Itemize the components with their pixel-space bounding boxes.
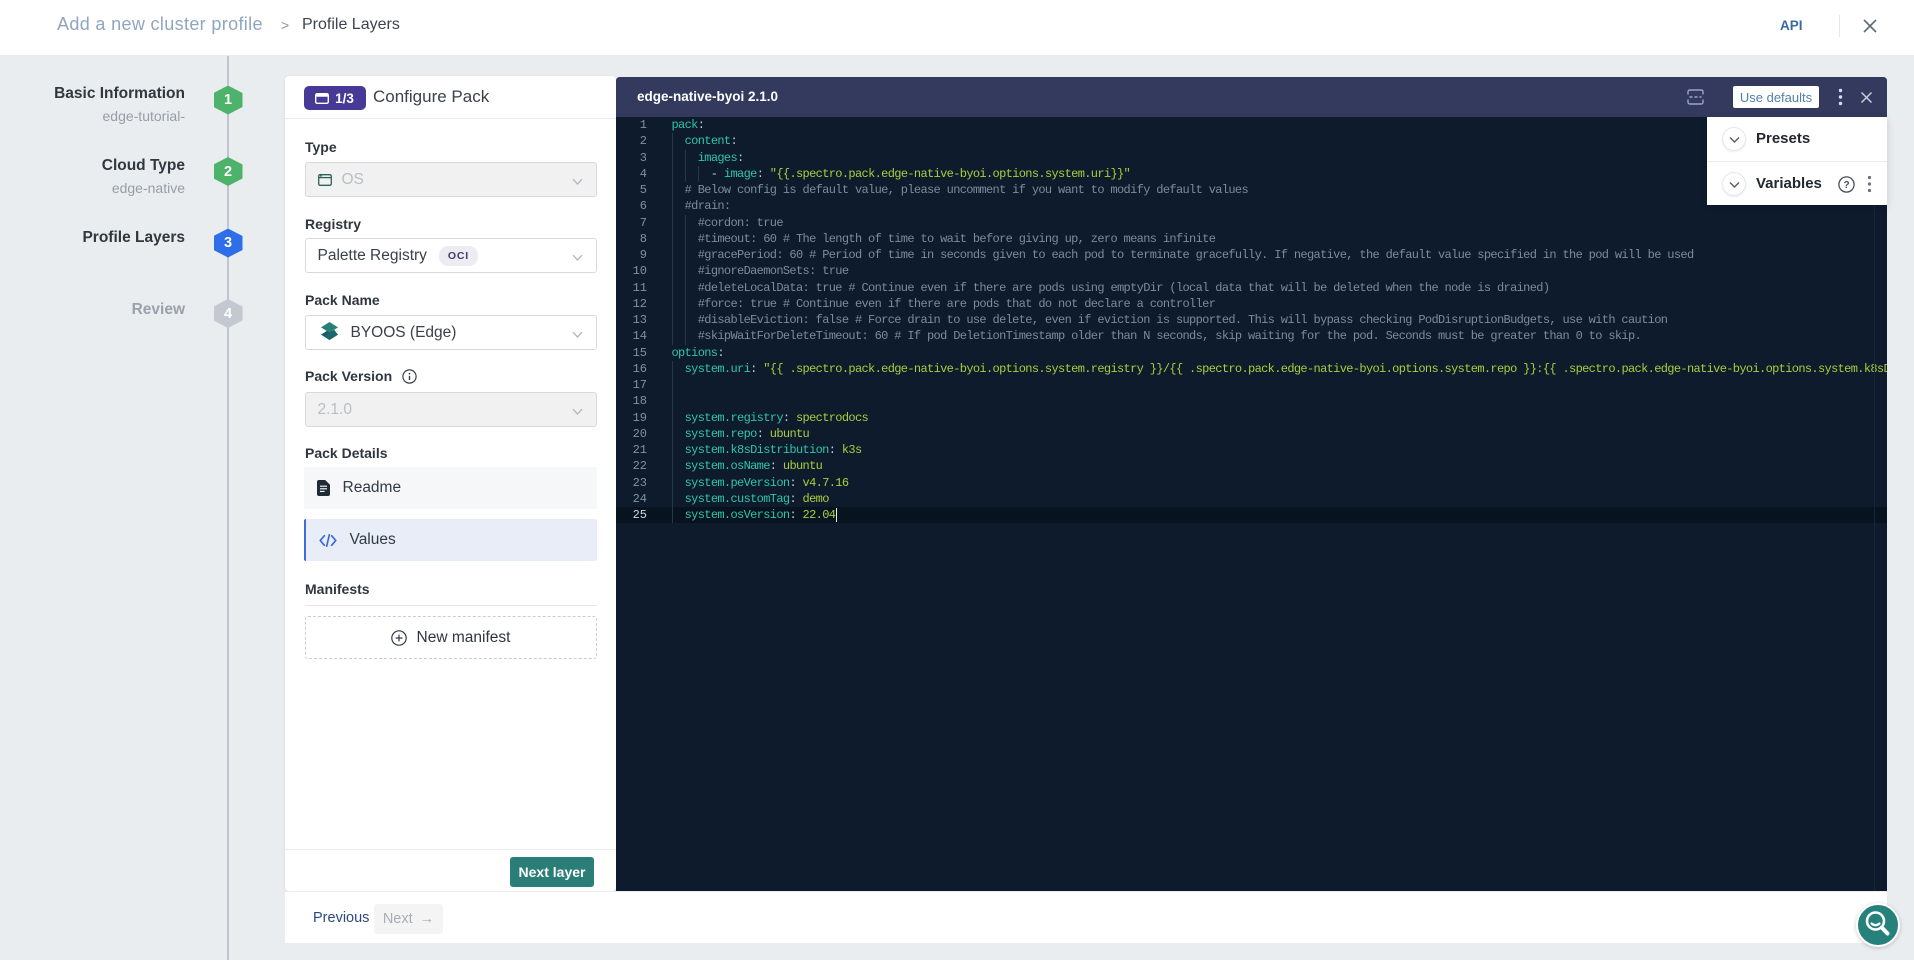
svg-text:?: ? [1843,180,1849,191]
